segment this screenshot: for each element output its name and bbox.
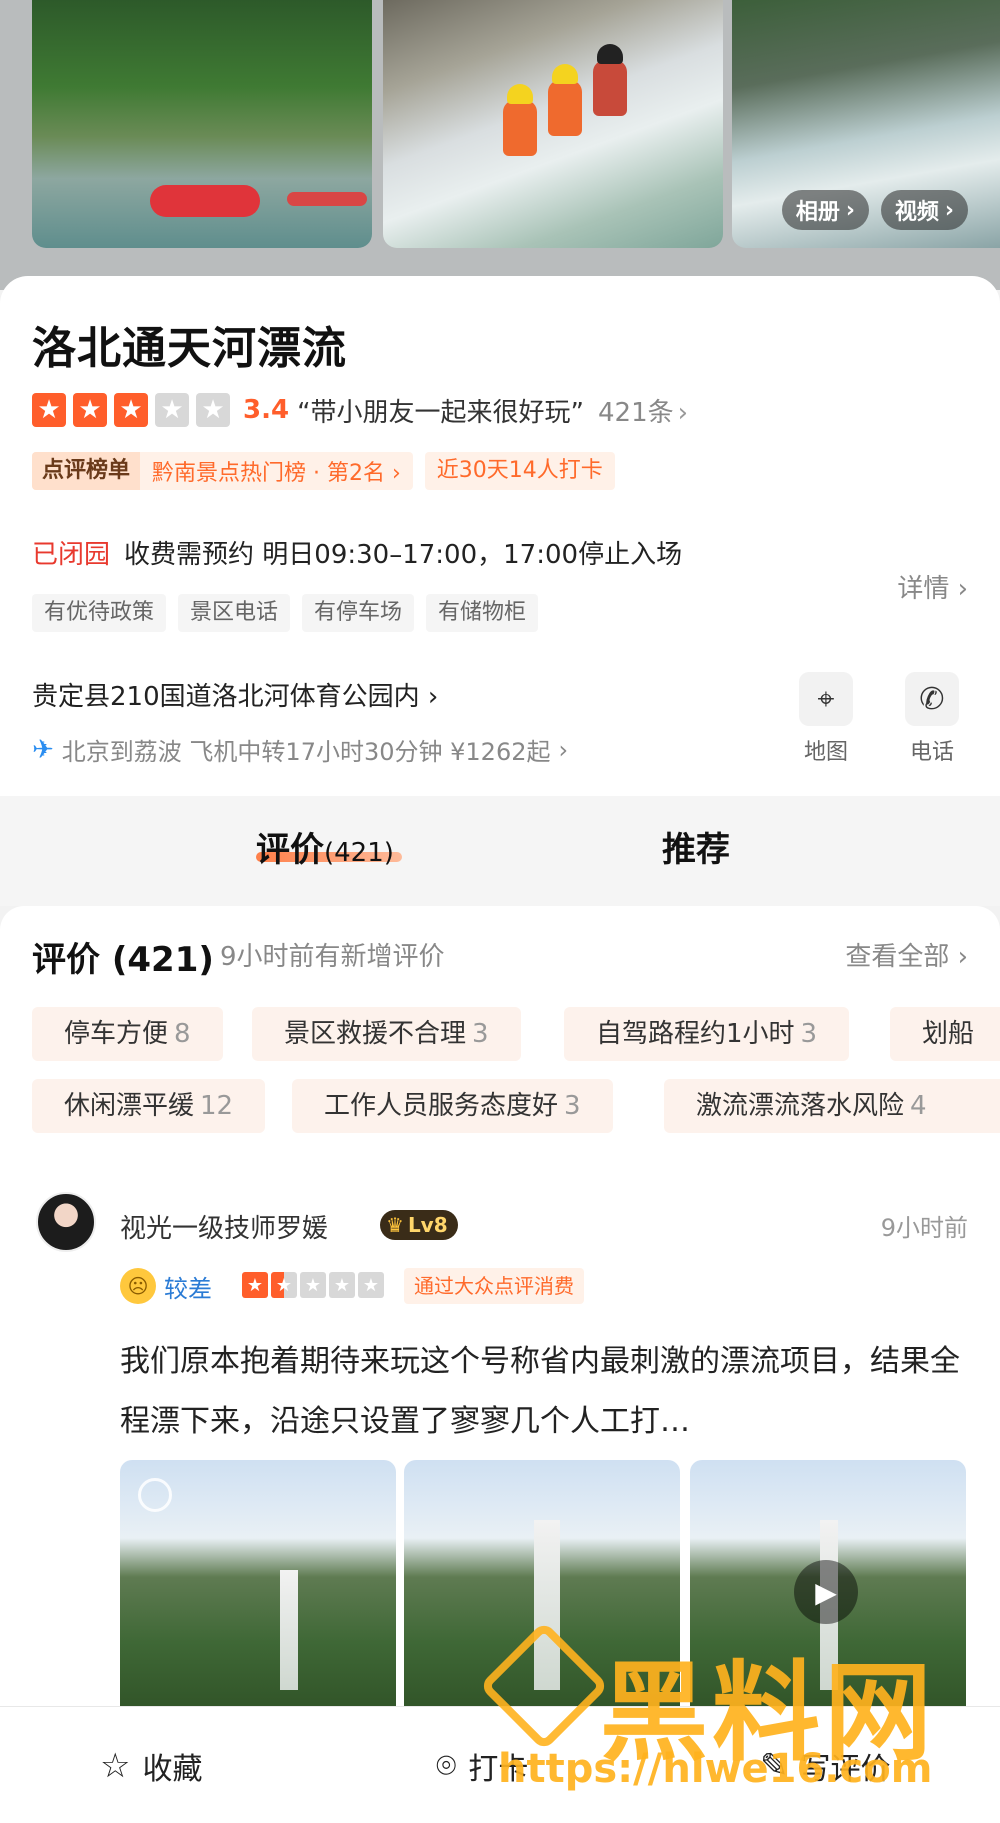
map-pin-icon: ⌖ xyxy=(799,672,853,726)
rating-score: 3.4 xyxy=(243,395,290,425)
phone-icon: ✆ xyxy=(905,672,959,726)
star-rating: ★ ★ ★ ★ ★ xyxy=(32,393,237,427)
avatar[interactable] xyxy=(36,1192,96,1252)
review-star-rating: ★ ★ ★ ★ ★ xyxy=(242,1272,384,1298)
play-icon[interactable]: ▶ xyxy=(794,1560,858,1624)
gallery-buttons: 相册 › 视频 › xyxy=(781,190,968,230)
mood-text: 较差 xyxy=(164,1274,212,1303)
review-tag[interactable]: 划船 xyxy=(890,1007,1000,1061)
star-icon: ★ xyxy=(242,1272,268,1298)
rank-tag: 点评榜单 xyxy=(32,452,141,490)
view-all-link[interactable]: 查看全部 › xyxy=(845,936,968,973)
chevron-right-icon: › xyxy=(845,197,855,223)
watermark-url: https://hlwe16.com xyxy=(498,1746,933,1792)
checkin-badge[interactable]: 近30天14人打卡 xyxy=(424,452,615,490)
map-label: 地图 xyxy=(803,740,848,765)
review-tag[interactable]: 自驾路程约1小时 3 xyxy=(564,1007,850,1061)
hours-row[interactable]: 已闭园 收费需预约 明日09:30–17:00，17:00停止入场 xyxy=(32,534,682,571)
facility-tag[interactable]: 景区电话 xyxy=(178,594,291,632)
raft-shape xyxy=(150,185,260,217)
source-badge: 通过大众点评消费 xyxy=(404,1268,584,1304)
location-pin-icon: ⌾ xyxy=(436,1746,457,1786)
facility-tag[interactable]: 有停车场 xyxy=(302,594,415,632)
star-icon: ★ xyxy=(114,393,148,427)
review-photo[interactable] xyxy=(120,1460,396,1720)
favorite-button[interactable]: ☆ 收藏 xyxy=(100,1744,202,1788)
album-label: 相册 xyxy=(795,200,840,225)
review-count-link[interactable]: 421条 › xyxy=(598,392,688,429)
tab-bar xyxy=(0,796,1000,906)
video-label: 视频 xyxy=(894,200,939,225)
transport-text: 北京到荔波 飞机中转17小时30分钟 ¥1262起 xyxy=(61,738,551,766)
address: 贵定县210国道洛北河体育公园内 xyxy=(32,682,420,712)
star-icon: ★ xyxy=(271,1272,297,1298)
chevron-right-icon: › xyxy=(558,735,569,764)
chevron-right-icon: › xyxy=(677,397,689,428)
tab-recommend[interactable]: 推荐 xyxy=(662,822,730,871)
star-icon: ★ xyxy=(329,1272,355,1298)
reviews-title: 评价 (421) xyxy=(32,940,214,980)
rating-row[interactable]: ★ ★ ★ ★ ★ 3.4 “带小朋友一起来很好玩” 421条 › xyxy=(32,390,688,430)
page-title: 洛北通天河漂流 xyxy=(32,323,347,374)
photo-gallery[interactable]: 相册 › 视频 › xyxy=(0,0,1000,290)
facility-tag[interactable]: 有储物柜 xyxy=(426,594,539,632)
crown-icon: ♛ xyxy=(386,1213,404,1237)
review-text[interactable]: 我们原本抱着期待来玩这个号称省内最刺激的漂流项目，结果全程漂下来，沿途只设置了寥… xyxy=(120,1332,960,1452)
gallery-photo-2[interactable] xyxy=(383,0,723,248)
mood-badge: ☹ 较差 xyxy=(120,1268,212,1304)
transport-info[interactable]: ✈ 北京到荔波 飞机中转17小时30分钟 ¥1262起 › xyxy=(32,732,568,767)
star-icon: ★ xyxy=(358,1272,384,1298)
review-tag[interactable]: 激流漂流落水风险 4 xyxy=(664,1079,1000,1133)
status-badge: 已闭园 xyxy=(32,540,111,570)
review-tag[interactable]: 休闲漂平缓 12 xyxy=(32,1079,266,1133)
star-icon: ★ xyxy=(300,1272,326,1298)
review-time: 9小时前 xyxy=(880,1214,968,1242)
camera-icon xyxy=(138,1478,172,1512)
review-tag[interactable]: 工作人员服务态度好 3 xyxy=(292,1079,613,1133)
chevron-right-icon: › xyxy=(944,197,954,223)
rank-row: 点评榜单 黔南景点热门榜 · 第2名 › 近30天14人打卡 xyxy=(32,452,615,490)
star-icon: ★ xyxy=(73,393,107,427)
video-button[interactable]: 视频 › xyxy=(880,190,968,230)
phone-label: 电话 xyxy=(909,740,954,765)
review-highlight: “带小朋友一起来很好玩” xyxy=(297,397,585,428)
phone-button[interactable]: ✆ 电话 xyxy=(900,672,964,766)
favorite-label: 收藏 xyxy=(142,1752,203,1787)
review-tag[interactable]: 景区救援不合理 3 xyxy=(252,1007,521,1061)
map-button[interactable]: ⌖ 地图 xyxy=(794,672,858,766)
rafter-figure xyxy=(503,84,537,156)
waterfall-shape xyxy=(280,1570,298,1690)
album-button[interactable]: 相册 › xyxy=(781,190,869,230)
facility-tags: 有优待政策 景区电话 有停车场 有储物柜 xyxy=(32,594,539,632)
rank-text: 黔南景点热门榜 · 第2名 › xyxy=(152,461,401,486)
tab-reviews[interactable]: 评价(421) xyxy=(256,822,394,871)
star-icon: ★ xyxy=(155,393,189,427)
star-outline-icon: ☆ xyxy=(100,1746,131,1786)
star-icon: ★ xyxy=(32,393,66,427)
review-tag[interactable]: 停车方便 8 xyxy=(32,1007,223,1061)
star-icon: ★ xyxy=(196,393,230,427)
address-link[interactable]: 贵定县210国道洛北河体育公园内 › xyxy=(32,676,438,713)
username[interactable]: 视光一级技师罗媛 xyxy=(120,1208,328,1245)
review-count: 421条 xyxy=(598,397,674,428)
opening-hours: 收费需预约 明日09:30–17:00，17:00停止入场 xyxy=(124,540,683,570)
rank-badge[interactable]: 点评榜单 黔南景点热门榜 · 第2名 › xyxy=(32,452,413,490)
plane-icon: ✈ xyxy=(32,734,54,765)
sad-face-icon: ☹ xyxy=(120,1268,156,1304)
facility-tag[interactable]: 有优待政策 xyxy=(32,594,167,632)
detail-link[interactable]: 详情 › xyxy=(897,568,968,605)
raft-shape xyxy=(287,192,367,206)
new-review-hint: 9小时前有新增评价 xyxy=(220,942,445,972)
rafter-figure xyxy=(593,44,627,116)
gallery-photo-1[interactable] xyxy=(32,0,372,248)
rafter-figure xyxy=(548,64,582,136)
level-badge: ♛ Lv8 xyxy=(380,1210,458,1240)
